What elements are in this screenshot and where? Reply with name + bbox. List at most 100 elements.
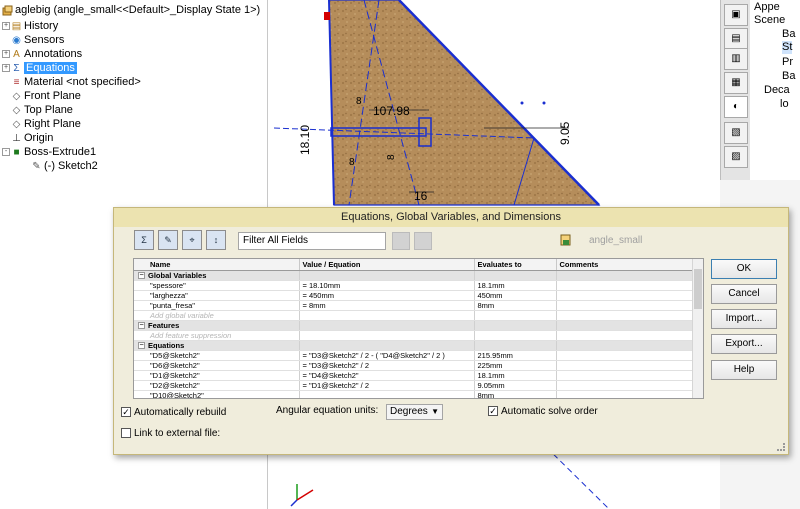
- export-button[interactable]: Export...: [711, 334, 777, 354]
- cancel-button[interactable]: Cancel: [711, 284, 777, 304]
- table-cell[interactable]: [474, 310, 557, 321]
- table-cell[interactable]: = 18.10mm: [299, 280, 475, 291]
- table-cell[interactable]: [556, 330, 695, 341]
- table-cell[interactable]: [556, 270, 695, 281]
- tab-folder-icon[interactable]: ▥: [724, 48, 748, 70]
- ok-button[interactable]: OK: [711, 259, 777, 279]
- auto-solve-checkbox[interactable]: ✓ Automatic solve order: [488, 405, 598, 419]
- table-cell[interactable]: 225mm: [474, 360, 557, 371]
- equation-view-icon[interactable]: Σ: [134, 230, 154, 250]
- table-section-row[interactable]: − Global Variables: [134, 270, 695, 281]
- table-row[interactable]: "punta_fresa" = 8mm 8mm: [134, 300, 695, 311]
- tab-appearances-icon[interactable]: ▣: [724, 4, 748, 26]
- tree-item-sensors[interactable]: ◉ Sensors: [2, 33, 64, 47]
- dim-8-b[interactable]: 8: [386, 154, 397, 160]
- link-external-box[interactable]: [121, 428, 131, 439]
- table-cell[interactable]: 9.05mm: [474, 380, 557, 391]
- table-cell[interactable]: "punta_fresa": [134, 300, 300, 311]
- expand-icon[interactable]: +: [2, 64, 10, 73]
- scroll-thumb[interactable]: [694, 269, 702, 309]
- tree-item-material-not-specified[interactable]: ≡ Material <not specified>: [2, 75, 141, 89]
- table-cell[interactable]: [299, 310, 475, 321]
- column-header-1[interactable]: Value / Equation: [299, 259, 475, 271]
- dim-107-98[interactable]: 107.98: [373, 104, 410, 118]
- table-cell[interactable]: [299, 330, 475, 341]
- dim-18-10[interactable]: 18.10: [298, 125, 312, 155]
- table-cell[interactable]: = "D3@Sketch2" / 2: [299, 360, 475, 371]
- filter-option-icon[interactable]: [392, 232, 410, 250]
- tree-item-right-plane[interactable]: ◇ Right Plane: [2, 117, 81, 131]
- table-cell[interactable]: [474, 320, 557, 331]
- auto-rebuild-box[interactable]: ✓: [121, 407, 131, 418]
- table-row[interactable]: Add feature suppression: [134, 330, 695, 341]
- table-cell[interactable]: [556, 360, 695, 371]
- collapse-icon[interactable]: −: [138, 342, 145, 349]
- column-header-2[interactable]: Evaluates to: [474, 259, 557, 271]
- table-row[interactable]: Add global variable: [134, 310, 695, 321]
- app-item-scene[interactable]: Scene: [754, 14, 785, 27]
- table-cell[interactable]: = 450mm: [299, 290, 475, 301]
- table-cell[interactable]: − Equations: [134, 340, 300, 351]
- table-row[interactable]: "D10@Sketch2" 8mm: [134, 390, 695, 398]
- table-cell[interactable]: [474, 340, 557, 351]
- table-cell[interactable]: 8mm: [474, 300, 557, 311]
- table-cell[interactable]: [299, 270, 475, 281]
- table-cell[interactable]: [556, 280, 695, 291]
- tab-library-icon[interactable]: ▤: [724, 28, 748, 50]
- table-cell[interactable]: [556, 380, 695, 391]
- app-item-pr[interactable]: Pr: [782, 56, 793, 69]
- tab-custom-icon[interactable]: ▨: [724, 146, 748, 168]
- expand-icon[interactable]: +: [2, 50, 10, 59]
- table-cell[interactable]: "D10@Sketch2": [134, 390, 300, 398]
- table-row[interactable]: "D5@Sketch2" = "D3@Sketch2" / 2 - ( "D4@S…: [134, 350, 695, 361]
- column-header-3[interactable]: Comments: [556, 259, 695, 271]
- dim-8-c[interactable]: 8: [349, 157, 355, 168]
- auto-solve-box[interactable]: ✓: [488, 406, 498, 417]
- tree-item-top-plane[interactable]: ◇ Top Plane: [2, 103, 73, 117]
- collapse-icon[interactable]: -: [2, 148, 10, 157]
- table-cell[interactable]: − Features: [134, 320, 300, 331]
- table-row[interactable]: "larghezza" = 450mm 450mm: [134, 290, 695, 301]
- table-row[interactable]: "D6@Sketch2" = "D3@Sketch2" / 2 225mm: [134, 360, 695, 371]
- collapse-icon[interactable]: −: [138, 322, 145, 329]
- table-cell[interactable]: [556, 390, 695, 398]
- table-cell[interactable]: [556, 320, 695, 331]
- table-cell[interactable]: [474, 270, 557, 281]
- grid-scrollbar[interactable]: [692, 259, 703, 398]
- dim-8-a[interactable]: 8: [356, 96, 362, 107]
- ordered-view-icon[interactable]: ↕: [206, 230, 226, 250]
- table-cell[interactable]: [556, 290, 695, 301]
- table-cell[interactable]: 450mm: [474, 290, 557, 301]
- app-item-st[interactable]: St: [782, 41, 793, 54]
- dimension-view-icon[interactable]: ⌖: [182, 230, 202, 250]
- table-cell[interactable]: 215.95mm: [474, 350, 557, 361]
- table-cell[interactable]: = "D3@Sketch2" / 2 - ( "D4@Sketch2" / 2 …: [299, 350, 475, 361]
- dim-16[interactable]: 16: [414, 189, 428, 203]
- table-cell[interactable]: − Global Variables: [134, 270, 300, 281]
- expand-icon[interactable]: +: [2, 22, 10, 31]
- tree-item-front-plane[interactable]: ◇ Front Plane: [2, 89, 81, 103]
- table-cell[interactable]: Add feature suppression: [134, 330, 300, 341]
- table-cell[interactable]: [556, 300, 695, 311]
- app-item-ba2[interactable]: Ba: [782, 70, 795, 83]
- table-row[interactable]: "D2@Sketch2" = "D1@Sketch2" / 2 9.05mm: [134, 380, 695, 391]
- table-cell[interactable]: "larghezza": [134, 290, 300, 301]
- tree-item-sketch2[interactable]: ✎ (-) Sketch2: [22, 159, 98, 173]
- configuration-select[interactable]: angle_small: [584, 232, 702, 250]
- table-cell[interactable]: [556, 310, 695, 321]
- app-item-appearances[interactable]: Appe: [754, 1, 780, 14]
- tab-scenes-icon[interactable]: ◐: [724, 96, 748, 118]
- dim-9-05[interactable]: 9.05: [558, 121, 572, 145]
- table-cell[interactable]: "D1@Sketch2": [134, 370, 300, 381]
- sketch-equation-view-icon[interactable]: ✎: [158, 230, 178, 250]
- table-cell[interactable]: [474, 330, 557, 341]
- table-section-row[interactable]: − Features: [134, 320, 695, 331]
- table-cell[interactable]: 8mm: [474, 390, 557, 398]
- table-cell[interactable]: [299, 390, 475, 398]
- table-cell[interactable]: [556, 340, 695, 351]
- table-cell[interactable]: [299, 340, 475, 351]
- table-section-row[interactable]: − Equations: [134, 340, 695, 351]
- auto-rebuild-checkbox[interactable]: ✓ Automatically rebuild: [121, 406, 226, 420]
- filter-input[interactable]: Filter All Fields: [238, 232, 386, 250]
- table-cell[interactable]: "D2@Sketch2": [134, 380, 300, 391]
